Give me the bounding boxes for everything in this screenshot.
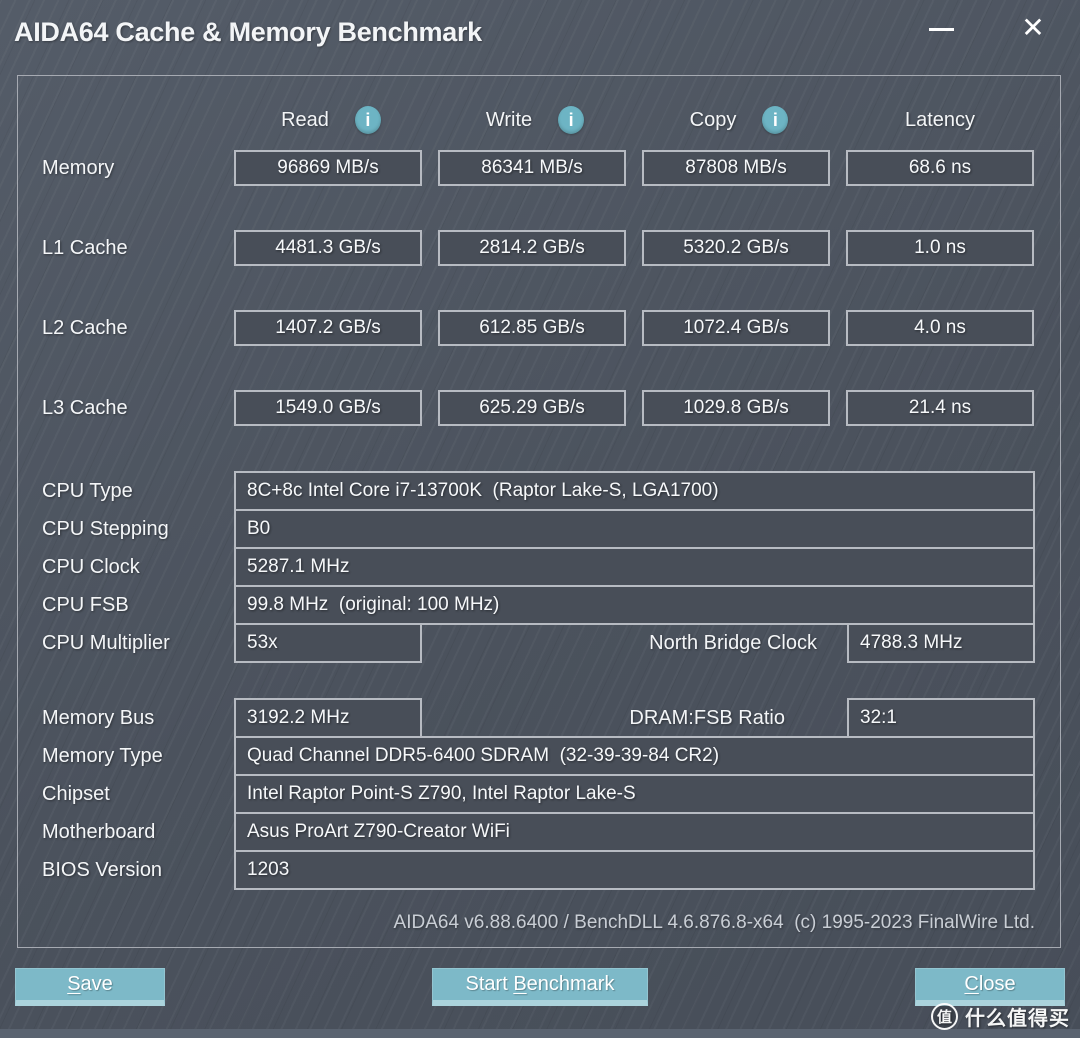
motherboard-row: Motherboard Asus ProArt Z790-Creator WiF… [42, 812, 1035, 852]
smzdm-logo-icon: 值 [931, 1003, 958, 1030]
l3-cache-row: L3 Cache 1549.0 GB/s 625.29 GB/s 1029.8 … [42, 390, 1035, 426]
l3-cache-label: L3 Cache [42, 397, 218, 420]
read-info-icon[interactable]: i [355, 106, 381, 134]
benchmark-header-row: Read i Write i Copy i Latency [42, 103, 1035, 137]
cpu-clock-value: 5287.1 MHz [234, 547, 1035, 587]
memory-type-label: Memory Type [42, 745, 218, 768]
version-footer: AIDA64 v6.88.6400 / BenchDLL 4.6.876.8-x… [42, 910, 1035, 936]
cpu-multiplier-value: 53x [234, 623, 422, 663]
titlebar: AIDA64 Cache & Memory Benchmark ✕ [0, 0, 1080, 70]
cpu-fsb-value: 99.8 MHz (original: 100 MHz) [234, 585, 1035, 625]
watermark-text: 什么值得买 [965, 1002, 1070, 1031]
cpu-fsb-row: CPU FSB 99.8 MHz (original: 100 MHz) [42, 585, 1035, 625]
north-bridge-clock-label: North Bridge Clock [438, 632, 831, 655]
cpu-type-row: CPU Type 8C+8c Intel Core i7-13700K (Rap… [42, 471, 1035, 511]
chipset-row: Chipset Intel Raptor Point-S Z790, Intel… [42, 774, 1035, 814]
cpu-stepping-label: CPU Stepping [42, 518, 218, 541]
column-header-latency: Latency [846, 103, 1034, 137]
l2-write-value: 612.85 GB/s [438, 310, 626, 346]
cpu-type-label: CPU Type [42, 480, 218, 503]
benchmark-panel: Read i Write i Copy i Latency Memory 968… [17, 75, 1061, 948]
dram-fsb-ratio-value: 32:1 [847, 698, 1035, 738]
l1-cache-row: L1 Cache 4481.3 GB/s 2814.2 GB/s 5320.2 … [42, 230, 1035, 266]
minimize-button[interactable] [918, 10, 964, 48]
memory-bus-value: 3192.2 MHz [234, 698, 422, 738]
cpu-clock-label: CPU Clock [42, 556, 218, 579]
cpu-type-value: 8C+8c Intel Core i7-13700K (Raptor Lake-… [234, 471, 1035, 511]
l2-copy-value: 1072.4 GB/s [642, 310, 830, 346]
save-button[interactable]: Save [15, 968, 165, 1006]
motherboard-label: Motherboard [42, 821, 218, 844]
l1-read-value: 4481.3 GB/s [234, 230, 422, 266]
chipset-value: Intel Raptor Point-S Z790, Intel Raptor … [234, 774, 1035, 814]
bios-version-value: 1203 [234, 850, 1035, 890]
minimize-icon [929, 28, 954, 31]
dram-fsb-ratio-label: DRAM:FSB Ratio [438, 707, 831, 730]
cpu-clock-row: CPU Clock 5287.1 MHz [42, 547, 1035, 587]
memory-bus-label: Memory Bus [42, 707, 218, 730]
window-bottom-strip [0, 1029, 1080, 1038]
write-info-icon[interactable]: i [558, 106, 584, 134]
l2-cache-row: L2 Cache 1407.2 GB/s 612.85 GB/s 1072.4 … [42, 310, 1035, 346]
motherboard-value: Asus ProArt Z790-Creator WiFi [234, 812, 1035, 852]
window-title: AIDA64 Cache & Memory Benchmark [14, 17, 482, 48]
memory-write-value: 86341 MB/s [438, 150, 626, 186]
memory-type-value: Quad Channel DDR5-6400 SDRAM (32-39-39-8… [234, 736, 1035, 776]
l1-latency-value: 1.0 ns [846, 230, 1034, 266]
column-header-write: Write i [438, 103, 626, 137]
cpu-multiplier-label: CPU Multiplier [42, 632, 218, 655]
column-header-read: Read i [234, 103, 422, 137]
column-header-copy: Copy i [642, 103, 830, 137]
l1-cache-label: L1 Cache [42, 237, 218, 260]
chipset-label: Chipset [42, 783, 218, 806]
l3-copy-value: 1029.8 GB/s [642, 390, 830, 426]
cpu-stepping-value: B0 [234, 509, 1035, 549]
bios-version-row: BIOS Version 1203 [42, 850, 1035, 890]
memory-label: Memory [42, 157, 218, 180]
memory-read-value: 96869 MB/s [234, 150, 422, 186]
memory-latency-value: 68.6 ns [846, 150, 1034, 186]
l2-latency-value: 4.0 ns [846, 310, 1034, 346]
close-button[interactable]: Close [915, 968, 1065, 1006]
bios-version-label: BIOS Version [42, 859, 218, 882]
close-window-button[interactable]: ✕ [1008, 6, 1058, 48]
close-icon: ✕ [1021, 11, 1044, 44]
l3-latency-value: 21.4 ns [846, 390, 1034, 426]
cpu-stepping-row: CPU Stepping B0 [42, 509, 1035, 549]
cpu-multiplier-row: CPU Multiplier 53x North Bridge Clock 47… [42, 623, 1035, 663]
memory-bus-row: Memory Bus 3192.2 MHz DRAM:FSB Ratio 32:… [42, 698, 1035, 738]
l2-read-value: 1407.2 GB/s [234, 310, 422, 346]
cpu-fsb-label: CPU FSB [42, 594, 218, 617]
aida64-benchmark-window: { "window": { "title": "AIDA64 Cache & M… [0, 0, 1080, 1038]
watermark: 值 什么值得买 [931, 1002, 1070, 1031]
memory-row: Memory 96869 MB/s 86341 MB/s 87808 MB/s … [42, 150, 1035, 186]
l2-cache-label: L2 Cache [42, 317, 218, 340]
l1-write-value: 2814.2 GB/s [438, 230, 626, 266]
memory-type-row: Memory Type Quad Channel DDR5-6400 SDRAM… [42, 736, 1035, 776]
l1-copy-value: 5320.2 GB/s [642, 230, 830, 266]
start-benchmark-button[interactable]: Start Benchmark [432, 968, 648, 1006]
l3-write-value: 625.29 GB/s [438, 390, 626, 426]
north-bridge-clock-value: 4788.3 MHz [847, 623, 1035, 663]
copy-info-icon[interactable]: i [762, 106, 788, 134]
memory-copy-value: 87808 MB/s [642, 150, 830, 186]
l3-read-value: 1549.0 GB/s [234, 390, 422, 426]
